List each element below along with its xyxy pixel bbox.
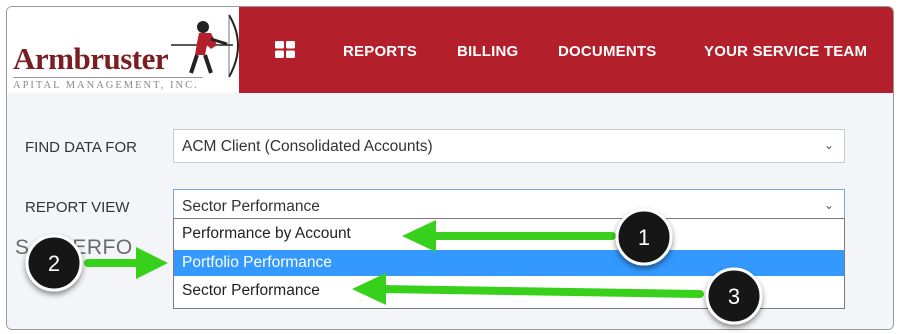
page-title-partial: S R PERFO (15, 236, 133, 259)
option-performance-by-account[interactable]: Performance by Account (174, 221, 844, 247)
dashboard-grid-icon[interactable] (275, 41, 295, 58)
logo-name: Armbruster (13, 41, 169, 76)
archer-icon (171, 14, 239, 78)
report-view-dropdown: Performance by Account Portfolio Perform… (173, 218, 845, 309)
option-portfolio-performance[interactable]: Portfolio Performance (174, 250, 844, 276)
report-view-label: REPORT VIEW (25, 199, 130, 216)
logo-subtitle: APITAL MANAGEMENT, INC. (13, 80, 199, 91)
find-data-value: ACM Client (Consolidated Accounts) (182, 138, 433, 155)
chevron-down-icon: ⌄ (823, 138, 834, 152)
find-data-label: FIND DATA FOR (25, 139, 137, 156)
nav-billing[interactable]: BILLING (457, 43, 518, 60)
app-window: Armbruster APITAL MANAGEMENT, INC. REPOR… (6, 6, 894, 330)
find-data-select[interactable]: ACM Client (Consolidated Accounts) ⌄ (173, 129, 845, 163)
company-logo[interactable]: Armbruster APITAL MANAGEMENT, INC. (7, 7, 240, 93)
report-view-value: Sector Performance (182, 198, 320, 215)
nav-documents[interactable]: DOCUMENTS (558, 43, 656, 60)
header: Armbruster APITAL MANAGEMENT, INC. REPOR… (7, 7, 893, 93)
chevron-down-icon: ⌄ (823, 198, 834, 212)
nav-reports[interactable]: REPORTS (343, 43, 417, 60)
option-sector-performance[interactable]: Sector Performance (174, 278, 844, 304)
nav-your-service-team[interactable]: YOUR SERVICE TEAM (704, 43, 867, 60)
main-nav: REPORTS BILLING DOCUMENTS YOUR SERVICE T… (239, 7, 893, 93)
